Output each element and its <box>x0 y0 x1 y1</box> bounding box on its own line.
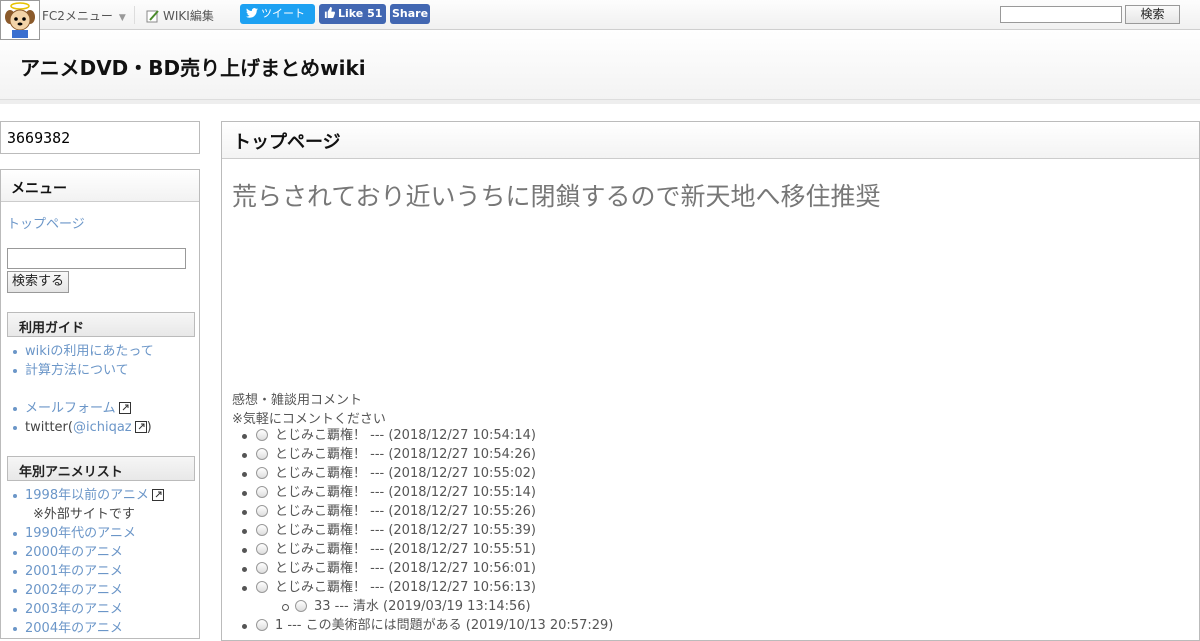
comment-text: とじみこ覇権！ --- (2018/12/27 10:55:14) <box>275 485 536 500</box>
guide-section-title: 利用ガイド <box>7 312 195 337</box>
list-item: 2002年のアニメ <box>9 581 164 600</box>
spacer <box>9 380 154 399</box>
comment-item: 1 --- この美術部には問題がある (2019/10/13 20:57:29) <box>232 616 613 635</box>
comment-item: とじみこ覇権！ --- (2018/12/27 10:55:26) <box>232 502 613 521</box>
yearly-section-title: 年別アニメリスト <box>7 456 195 481</box>
top-bar: FC2メニュー ▼ WIKI編集 ツイート Like 51 Share 検索 <box>0 0 1200 40</box>
sidebar-search-button[interactable]: 検索する <box>7 271 69 293</box>
page-title: トップページ <box>222 122 1199 159</box>
yearly-list: 1998年以前のアニメ ※外部サイトです 1990年代のアニメ 2000年のアニ… <box>9 486 164 638</box>
reply-radio[interactable] <box>256 467 268 479</box>
comment-text: とじみこ覇権！ --- (2018/12/27 10:55:02) <box>275 466 536 481</box>
list-item: twitter(@ichiqaz) <box>9 418 154 437</box>
yearly-link-pre1998[interactable]: 1998年以前のアニメ <box>25 488 149 503</box>
yearly-link-2003[interactable]: 2003年のアニメ <box>25 602 123 617</box>
list-item: 1990年代のアニメ <box>9 524 164 543</box>
comment-text: 1 --- この美術部には問題がある (2019/10/13 20:57:29) <box>275 618 614 633</box>
list-item: 2000年のアニメ <box>9 543 164 562</box>
sidebar-menu-title: メニュー <box>1 170 199 202</box>
reply-radio[interactable] <box>295 600 307 612</box>
comment-item: とじみこ覇権！ --- (2018/12/27 10:55:51) <box>232 540 613 559</box>
yearly-link-1990s[interactable]: 1990年代のアニメ <box>25 526 136 541</box>
comment-text: 33 --- 清水 (2019/03/19 13:14:56) <box>314 599 531 614</box>
yearly-link-2004[interactable]: 2004年のアニメ <box>25 621 123 636</box>
pencil-icon <box>146 10 159 23</box>
sidebar-search-input[interactable] <box>7 248 186 269</box>
comment-text: とじみこ覇権！ --- (2018/12/27 10:55:39) <box>275 523 536 538</box>
chevron-down-icon: ▼ <box>118 13 126 23</box>
yearly-link-2001[interactable]: 2001年のアニメ <box>25 564 123 579</box>
comment-item: とじみこ覇権！ --- (2018/12/27 10:54:26) <box>232 445 613 464</box>
header-shadow <box>0 100 1200 104</box>
sidebar-item-top-page[interactable]: トップページ <box>7 213 85 232</box>
reply-radio[interactable] <box>256 448 268 460</box>
tweet-label: ツイート <box>261 7 305 20</box>
comment-item: とじみこ覇権！ --- (2018/12/27 10:55:39) <box>232 521 613 540</box>
mail-form-link[interactable]: メールフォーム <box>25 401 116 416</box>
comment-item: とじみこ覇権！ --- (2018/12/27 10:55:02) <box>232 464 613 483</box>
list-item: wikiの利用にあたって <box>9 342 154 361</box>
twitter-bird-icon <box>246 8 258 18</box>
external-link-icon <box>151 489 164 501</box>
list-item: 2003年のアニメ <box>9 600 164 619</box>
comment-list: とじみこ覇権！ --- (2018/12/27 10:54:14) とじみこ覇権… <box>232 426 613 635</box>
reply-radio[interactable] <box>256 543 268 555</box>
divider <box>134 6 135 24</box>
comment-section-note: ※気軽にコメントください <box>232 412 386 427</box>
external-site-note: ※外部サイトです <box>33 507 135 522</box>
comment-text: とじみこ覇権！ --- (2018/12/27 10:54:26) <box>275 447 536 462</box>
comment-item: とじみこ覇権！ --- (2018/12/27 10:56:13) <box>232 578 613 597</box>
twitter-suffix: ) <box>146 420 152 435</box>
comment-text: とじみこ覇権！ --- (2018/12/27 10:56:01) <box>275 561 536 576</box>
wiki-edit-label: WIKI編集 <box>163 9 214 23</box>
closure-notice: 荒らされており近いうちに閉鎖するので新天地へ移住推奨 <box>232 182 881 211</box>
reply-radio[interactable] <box>256 581 268 593</box>
thumbs-up-icon <box>324 7 335 18</box>
site-title[interactable]: アニメDVD・BD売り上げまとめwiki <box>20 52 366 81</box>
fc2-menu-label: FC2メニュー <box>42 9 113 23</box>
comment-text: とじみこ覇権！ --- (2018/12/27 10:54:14) <box>275 428 536 443</box>
reply-radio[interactable] <box>256 486 268 498</box>
guide-link-usage[interactable]: wikiの利用にあたって <box>25 344 154 359</box>
comment-item: とじみこ覇権！ --- (2018/12/27 10:55:14) <box>232 483 613 502</box>
guide-link-calculation[interactable]: 計算方法について <box>25 363 129 378</box>
reply-radio[interactable] <box>256 429 268 441</box>
access-counter: 3669382 <box>0 121 200 154</box>
top-search-button[interactable]: 検索 <box>1125 5 1180 24</box>
fc2-menu-dropdown[interactable]: FC2メニュー ▼ <box>42 7 126 24</box>
reply-radio[interactable] <box>256 505 268 517</box>
wiki-edit-link[interactable]: WIKI編集 <box>146 7 214 24</box>
yearly-link-2002[interactable]: 2002年のアニメ <box>25 583 123 598</box>
twitter-prefix: twitter( <box>25 420 73 435</box>
like-count: Like 51 <box>338 7 383 20</box>
facebook-share-button[interactable]: Share <box>390 4 430 24</box>
reply-radio[interactable] <box>256 619 268 631</box>
comment-text: とじみこ覇権！ --- (2018/12/27 10:55:26) <box>275 504 536 519</box>
comment-reply-item: 33 --- 清水 (2019/03/19 13:14:56) <box>232 597 613 616</box>
reply-radio[interactable] <box>256 562 268 574</box>
external-link-icon <box>134 421 147 433</box>
list-item: メールフォーム <box>9 399 154 418</box>
comment-text: とじみこ覇権！ --- (2018/12/27 10:55:51) <box>275 542 536 557</box>
list-item: 2001年のアニメ <box>9 562 164 581</box>
site-header: アニメDVD・BD売り上げまとめwiki <box>0 30 1200 100</box>
facebook-like-button[interactable]: Like 51 <box>319 4 386 24</box>
comment-item: とじみこ覇権！ --- (2018/12/27 10:56:01) <box>232 559 613 578</box>
reply-radio[interactable] <box>256 524 268 536</box>
list-item: 計算方法について <box>9 361 154 380</box>
comment-item: とじみこ覇権！ --- (2018/12/27 10:54:14) <box>232 426 613 445</box>
list-item: 2004年のアニメ <box>9 619 164 638</box>
list-item: 1998年以前のアニメ <box>9 486 164 505</box>
comment-section-label: 感想・雑談用コメント <box>232 393 363 408</box>
comment-text: とじみこ覇権！ --- (2018/12/27 10:56:13) <box>275 580 536 595</box>
external-link-icon <box>118 402 131 414</box>
twitter-handle-link[interactable]: @ichiqaz <box>73 420 132 435</box>
fc2-mascot-icon[interactable] <box>0 0 40 40</box>
tweet-button[interactable]: ツイート <box>240 4 315 24</box>
guide-list: wikiの利用にあたって 計算方法について メールフォーム twitter(@i… <box>9 342 154 437</box>
main-content: トップページ 荒らされており近いうちに閉鎖するので新天地へ移住推奨 感想・雑談用… <box>221 121 1200 641</box>
top-search-input[interactable] <box>1000 6 1122 23</box>
sidebar: メニュー トップページ 検索する 利用ガイド wikiの利用にあたって 計算方法… <box>0 169 200 639</box>
yearly-link-2000[interactable]: 2000年のアニメ <box>25 545 123 560</box>
